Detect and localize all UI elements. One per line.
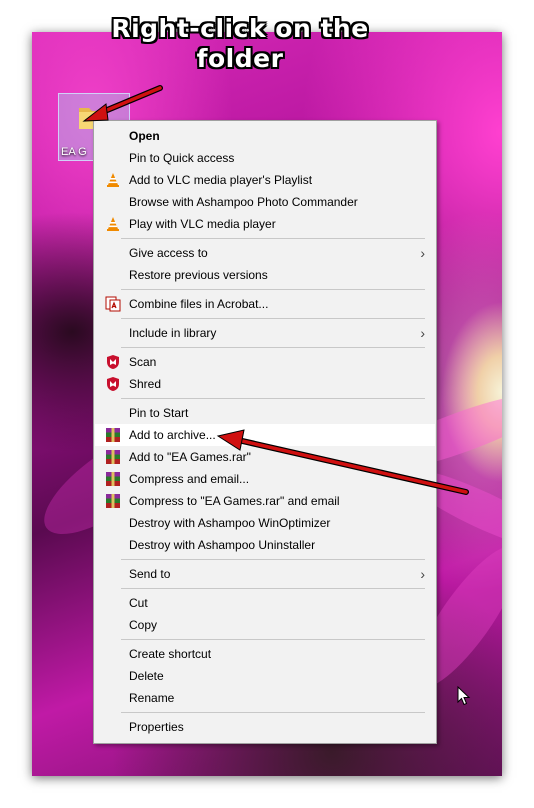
menu-item-label: Create shortcut	[129, 647, 212, 661]
menu-separator	[121, 559, 425, 560]
menu-separator	[121, 639, 425, 640]
menu-item-compress-rar-email[interactable]: Compress to "EA Games.rar" and email	[95, 490, 435, 512]
menu-item-label: Add to "EA Games.rar"	[129, 450, 251, 464]
menu-item-create-shortcut[interactable]: Create shortcut	[95, 643, 435, 665]
menu-separator	[121, 289, 425, 290]
menu-item-pin-quick-access[interactable]: Pin to Quick access	[95, 147, 435, 169]
menu-item-acrobat-combine[interactable]: Combine files in Acrobat...	[95, 293, 435, 315]
winrar-icon	[106, 494, 120, 508]
menu-item-destroy-winoptimizer[interactable]: Destroy with Ashampoo WinOptimizer	[95, 512, 435, 534]
menu-item-destroy-uninstaller[interactable]: Destroy with Ashampoo Uninstaller	[95, 534, 435, 556]
menu-item-label: Compress to "EA Games.rar" and email	[129, 494, 340, 508]
menu-item-label: Destroy with Ashampoo Uninstaller	[129, 538, 316, 552]
winrar-icon	[106, 428, 120, 442]
menu-item-shred[interactable]: Shred	[95, 373, 435, 395]
mouse-cursor-icon	[457, 686, 471, 706]
menu-item-label: Pin to Quick access	[129, 151, 235, 165]
menu-item-label: Delete	[129, 669, 164, 683]
menu-item-vlc-play[interactable]: Play with VLC media player	[95, 213, 435, 235]
menu-item-properties[interactable]: Properties	[95, 716, 435, 738]
menu-item-label: Properties	[129, 720, 184, 734]
menu-item-restore-versions[interactable]: Restore previous versions	[95, 264, 435, 286]
menu-separator	[121, 588, 425, 589]
menu-item-label: Open	[129, 129, 160, 143]
menu-item-label: Give access to	[129, 246, 208, 260]
annotation-title: Right-click on the folder	[80, 14, 400, 74]
menu-item-add-to-archive[interactable]: Add to archive...	[95, 424, 435, 446]
menu-item-label: Shred	[129, 377, 162, 391]
menu-item-label: Pin to Start	[129, 406, 189, 420]
menu-item-scan[interactable]: Scan	[95, 351, 435, 373]
menu-separator	[121, 347, 425, 348]
acrobat-combine-icon	[105, 296, 121, 312]
winrar-icon	[106, 472, 120, 486]
menu-item-label: Destroy with Ashampoo WinOptimizer	[129, 516, 331, 530]
menu-item-label: Include in library	[129, 326, 217, 340]
menu-item-label: Compress and email...	[129, 472, 250, 486]
chevron-right-icon: ›	[420, 566, 425, 582]
menu-item-label: Copy	[129, 618, 158, 632]
menu-item-label: Add to VLC media player's Playlist	[129, 173, 313, 187]
menu-item-rename[interactable]: Rename	[95, 687, 435, 709]
menu-item-label: Rename	[129, 691, 175, 705]
menu-item-label: Scan	[129, 355, 157, 369]
menu-item-open[interactable]: Open	[95, 125, 435, 147]
menu-item-label: Browse with Ashampoo Photo Commander	[129, 195, 358, 209]
menu-item-vlc-playlist[interactable]: Add to VLC media player's Playlist	[95, 169, 435, 191]
menu-item-include-library[interactable]: Include in library ›	[95, 322, 435, 344]
menu-item-send-to[interactable]: Send to ›	[95, 563, 435, 585]
menu-item-pin-start[interactable]: Pin to Start	[95, 402, 435, 424]
mcafee-shield-icon	[107, 355, 119, 369]
menu-separator	[121, 318, 425, 319]
menu-item-cut[interactable]: Cut	[95, 592, 435, 614]
menu-item-add-to-rar[interactable]: Add to "EA Games.rar"	[95, 446, 435, 468]
menu-item-label: Add to archive...	[129, 428, 216, 442]
vlc-cone-icon	[107, 217, 119, 231]
menu-item-give-access[interactable]: Give access to ›	[95, 242, 435, 264]
context-menu: Open Pin to Quick access Add to VLC medi…	[93, 120, 437, 744]
menu-separator	[121, 238, 425, 239]
menu-item-label: Restore previous versions	[129, 268, 268, 282]
menu-separator	[121, 712, 425, 713]
chevron-right-icon: ›	[420, 325, 425, 341]
menu-item-copy[interactable]: Copy	[95, 614, 435, 636]
menu-separator	[121, 398, 425, 399]
menu-item-compress-email[interactable]: Compress and email...	[95, 468, 435, 490]
mcafee-shield-icon	[107, 377, 119, 391]
annotation-line-1: Right-click on the	[111, 14, 369, 43]
menu-item-label: Send to	[129, 567, 171, 581]
winrar-icon	[106, 450, 120, 464]
chevron-right-icon: ›	[420, 245, 425, 261]
menu-item-label: Cut	[129, 596, 148, 610]
menu-item-label: Combine files in Acrobat...	[129, 297, 269, 311]
menu-item-delete[interactable]: Delete	[95, 665, 435, 687]
menu-item-label: Play with VLC media player	[129, 217, 276, 231]
annotation-line-2: folder	[196, 44, 284, 73]
menu-item-ashampoo-photo[interactable]: Browse with Ashampoo Photo Commander	[95, 191, 435, 213]
vlc-cone-icon	[107, 173, 119, 187]
